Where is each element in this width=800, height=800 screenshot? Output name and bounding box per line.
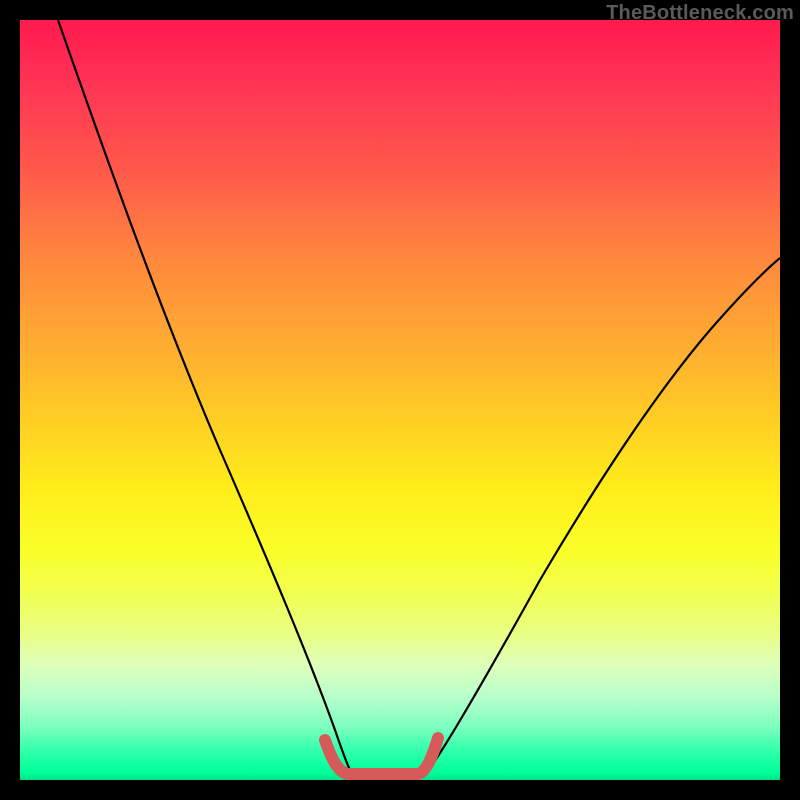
chart-frame: TheBottleneck.com xyxy=(0,0,800,800)
main-curve-right xyxy=(430,258,780,768)
main-curve-left xyxy=(58,20,350,770)
bottleneck-highlight xyxy=(325,738,438,774)
curve-layer xyxy=(20,20,780,780)
plot-area xyxy=(20,20,780,780)
